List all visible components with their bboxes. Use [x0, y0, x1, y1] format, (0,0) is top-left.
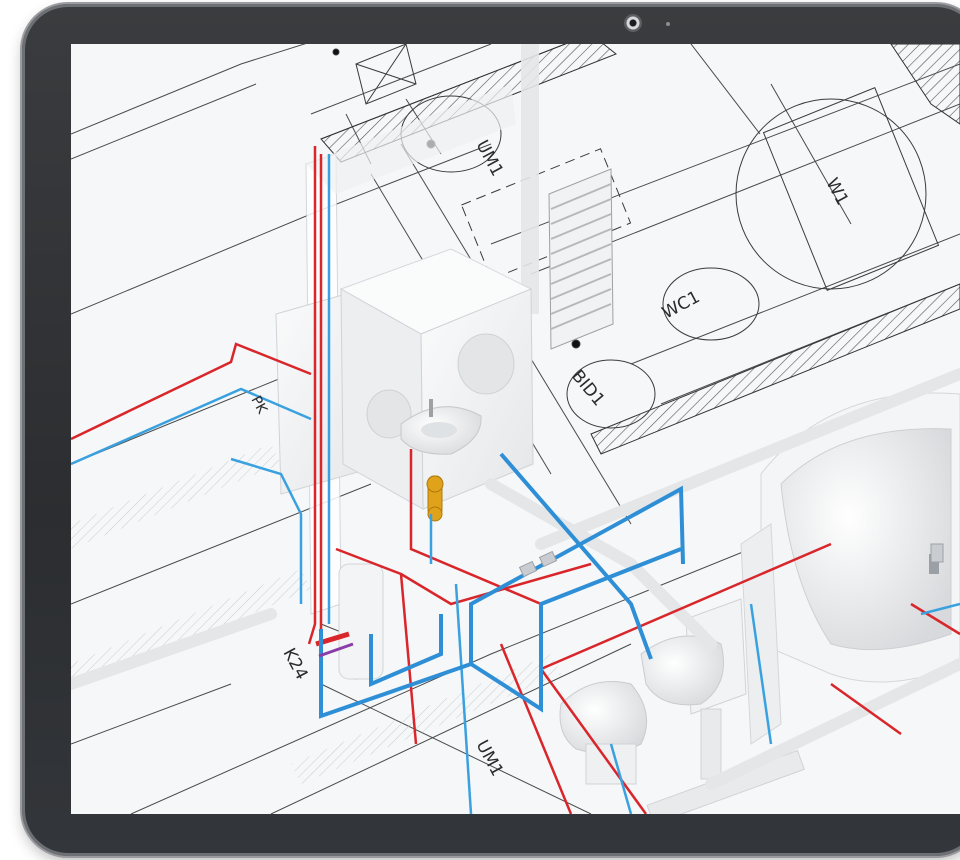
drain-stack	[338, 563, 384, 680]
label-um1-top: UM1	[472, 137, 507, 180]
sensor-dot-icon	[666, 22, 670, 26]
label-pk: PK	[247, 393, 270, 417]
siphon-valve	[426, 475, 444, 522]
plumbing-3d-drawing: UM1 W1 WC1 BID1 UM1 K24 PK	[71, 44, 960, 814]
label-um1-bottom: UM1	[472, 737, 507, 780]
towel-radiator	[548, 168, 614, 350]
camera-icon	[624, 14, 642, 32]
bidet	[559, 681, 648, 785]
label-bidet: BID1	[567, 366, 608, 410]
tablet-screen: UM1 W1 WC1 BID1 UM1 K24 PK	[71, 44, 960, 814]
label-k24: K24	[279, 645, 312, 683]
